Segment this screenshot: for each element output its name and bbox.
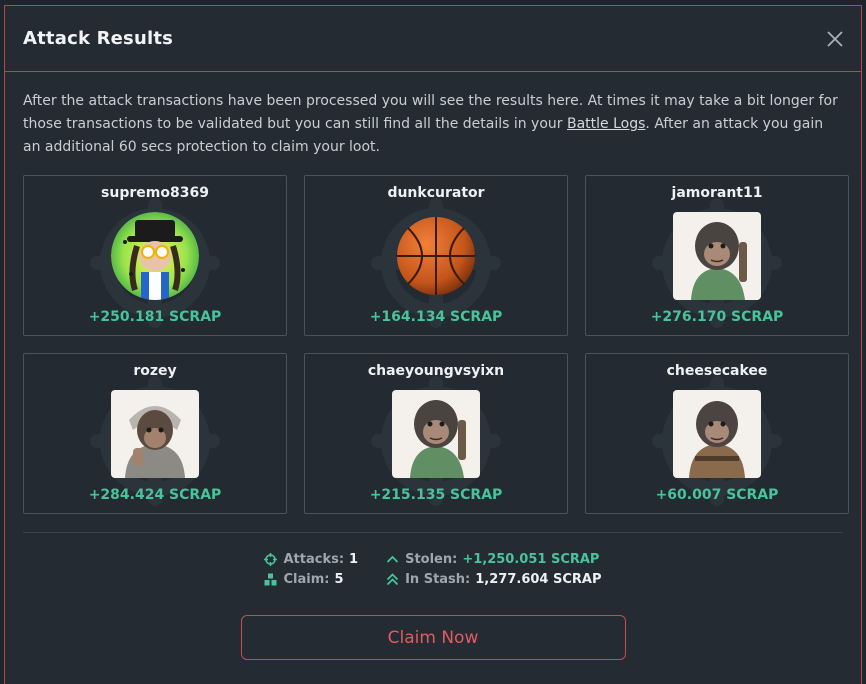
result-gain: +250.181 SCRAP [88,309,222,325]
attacks-value: 1 [349,551,359,567]
result-card: rozey +284.424 SCRAP [23,353,287,514]
result-gain: +276.170 SCRAP [650,309,784,325]
chevron-up-icon [386,553,399,566]
stash-stat: In Stash: 1,277.604 SCRAP [386,569,602,589]
modal-header: Attack Results [5,6,861,72]
result-player-name: rozey [133,363,177,379]
result-gain: +164.134 SCRAP [369,309,503,325]
result-player-name: cheesecakee [666,363,768,379]
result-gain: +284.424 SCRAP [88,487,222,503]
attack-results-modal: Attack Results After the attack transact… [4,5,862,684]
result-player-name: dunkcurator [387,185,485,201]
result-player-name: jamorant11 [671,185,763,201]
stats-left: Attacks: 1 Claim: 5 [264,549,358,589]
double-chevron-up-icon [386,572,399,586]
result-gain: +215.135 SCRAP [369,487,503,503]
claim-now-button[interactable]: Claim Now [240,615,626,660]
battle-logs-link[interactable]: Battle Logs [567,116,645,132]
result-player-name: chaeyoungvsyixn [367,363,505,379]
crosshair-icon [264,552,278,566]
result-card: chaeyoungvsyixn +215.135 SCRAP [304,353,568,514]
divider [23,532,843,533]
ape-green-jacket-avatar [392,390,480,478]
close-icon[interactable] [823,27,847,51]
attacks-stat: Attacks: 1 [264,549,358,569]
result-gain: +60.007 SCRAP [655,487,779,503]
stats-right: Stolen: +1,250.051 SCRAP In Stash: 1,277… [386,549,602,589]
modal-description: After the attack transactions have been … [23,93,838,155]
stats-summary: Attacks: 1 Claim: 5 Stolen: +1,250.051 S… [23,549,843,589]
result-card: cheesecakee +60.007 SCRAP [585,353,849,514]
ape-brown-coat-avatar [673,390,761,478]
result-card: jamorant11 +276.170 SCRAP [585,175,849,336]
result-player-name: supremo8369 [101,185,209,201]
modal-title: Attack Results [23,28,174,49]
claim-stat: Claim: 5 [264,569,358,589]
ape-green-jacket-avatar [673,212,761,300]
boxes-icon [264,573,277,586]
stolen-stat: Stolen: +1,250.051 SCRAP [386,549,601,569]
result-card: dunkcurator +164.134 SCRAP [304,175,568,336]
result-card: supremo8369 +250.181 SCRAP [23,175,287,336]
stash-value: 1,277.604 SCRAP [475,571,602,587]
results-grid: supremo8369 +250.181 SCRAP dunkcurator +… [23,175,849,514]
ape-grey-hoodie-avatar [111,390,199,478]
cartoon-character-avatar [111,212,199,300]
stolen-value: +1,250.051 SCRAP [462,551,600,567]
basketball-avatar [396,216,476,296]
claim-value: 5 [334,571,344,587]
